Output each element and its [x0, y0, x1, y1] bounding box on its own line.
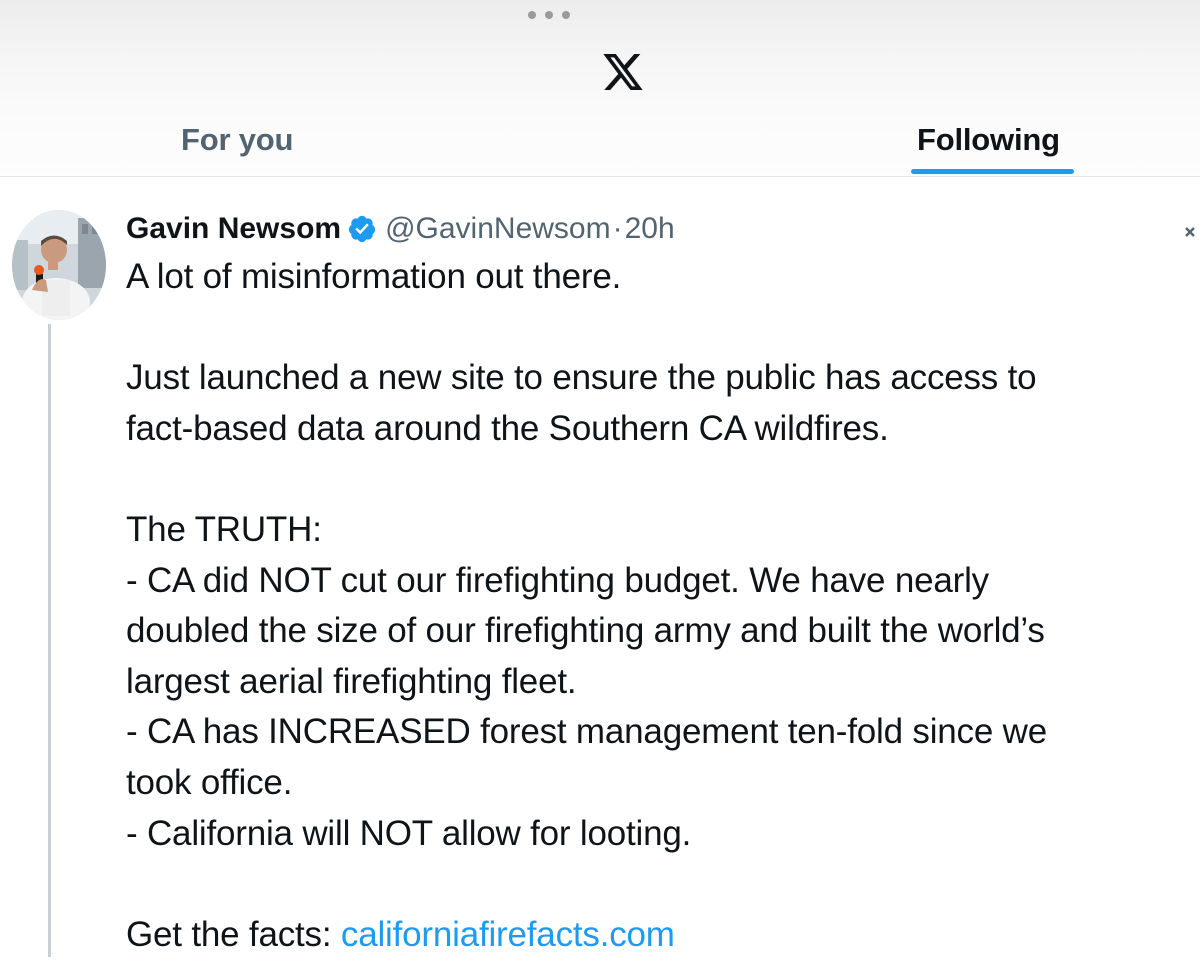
facts-line: Get the facts: californiafirefacts.com [126, 910, 1200, 960]
tab-following[interactable]: Following [917, 122, 1060, 158]
tweet-line: took office. [126, 762, 293, 802]
tweet-line: largest aerial firefighting fleet. [126, 661, 577, 701]
x-logo-icon[interactable] [603, 54, 643, 90]
tab-divider [0, 176, 1200, 177]
facts-link[interactable]: californiafirefacts.com [341, 915, 675, 954]
tweet-line: doubled the size of our firefighting arm… [126, 611, 1045, 651]
tweet-line: The TRUTH: [126, 509, 322, 549]
tweet-line: Just launched a new site to ensure the p… [126, 358, 1037, 398]
tweet-text: A lot of misinformation out there. Just … [126, 252, 1200, 960]
timestamp[interactable]: 20h [625, 212, 675, 246]
tweet-header: Gavin Newsom @GavinNewsom · 20h [126, 209, 675, 249]
top-bar: For you Following [0, 0, 1200, 175]
separator: · [612, 212, 623, 245]
tab-for-you[interactable]: For you [181, 122, 293, 158]
more-options-icon[interactable] [1184, 222, 1200, 242]
active-tab-indicator [911, 169, 1074, 174]
tweet-line: A lot of misinformation out there. [126, 257, 622, 296]
avatar[interactable] [12, 210, 106, 320]
tweet-line: - CA has INCREASED forest management ten… [126, 712, 1047, 752]
tweet-line: - CA did NOT cut our firefighting budget… [126, 560, 989, 600]
handle[interactable]: @GavinNewsom [385, 212, 611, 246]
tweet-line: - California will NOT allow for looting. [126, 813, 692, 853]
verified-badge-icon [348, 215, 376, 243]
more-dots-icon[interactable] [528, 10, 570, 20]
display-name[interactable]: Gavin Newsom [126, 212, 341, 246]
thread-line [48, 324, 51, 957]
tweet-line: fact-based data around the Southern CA w… [126, 408, 889, 448]
facts-prefix: Get the facts: [126, 914, 341, 954]
